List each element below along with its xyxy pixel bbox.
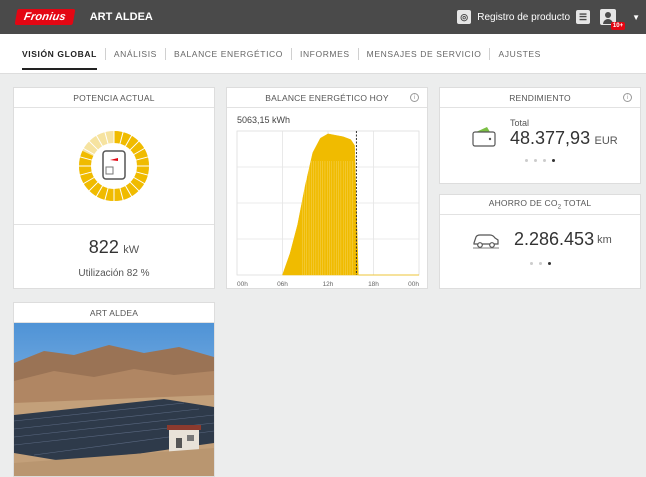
- co2-savings-card[interactable]: AHORRO DE CO2 TOTAL 2.286.453 km: [439, 194, 641, 289]
- x-tick-label: 06h: [277, 281, 288, 288]
- pager-dot-active[interactable]: [547, 262, 551, 265]
- pager-dot[interactable]: [538, 262, 542, 265]
- yield-row: Total 48.377,93 EUR: [440, 108, 640, 149]
- main-nav: VISIÓN GLOBAL ANÁLISIS BALANCE ENERGÉTIC…: [0, 34, 646, 74]
- yield-currency: EUR: [594, 135, 618, 147]
- x-tick-label: 18h: [368, 281, 379, 288]
- energy-total: 5063,15 kWh: [237, 115, 291, 125]
- co2-row: 2.286.453 km: [440, 215, 640, 250]
- headset-support-icon[interactable]: ◎: [457, 10, 472, 24]
- notification-badge: 10+: [610, 22, 626, 30]
- co2-pager[interactable]: [440, 262, 640, 265]
- yield-label: Total: [510, 118, 530, 128]
- registration-form-icon[interactable]: ☰: [576, 10, 591, 24]
- tab-ajustes[interactable]: AJUSTES: [489, 47, 548, 60]
- x-tick-label: 12h: [323, 281, 334, 288]
- product-registration-link[interactable]: Registro de producto: [477, 12, 570, 23]
- plant-image-card[interactable]: ART ALDEA: [13, 302, 215, 477]
- tab-informes[interactable]: INFORMES: [290, 47, 358, 60]
- solar-plant-photo: [14, 323, 214, 476]
- card-title: AHORRO DE CO2 TOTAL: [440, 195, 640, 215]
- production-area: [282, 133, 419, 276]
- tab-analisis[interactable]: ANÁLISIS: [104, 47, 165, 60]
- top-right-area: ◎ Registro de producto ☰ 10+ ▼: [457, 9, 640, 30]
- x-tick-label: 00h: [408, 281, 419, 288]
- card-title: POTENCIA ACTUAL: [14, 88, 214, 108]
- card-title-text: RENDIMIENTO: [509, 92, 571, 103]
- top-bar: Fronius ART ALDEA ◎ Registro de producto…: [0, 0, 646, 34]
- car-icon: [473, 233, 499, 248]
- x-tick-label: 00h: [237, 281, 248, 288]
- power-value: 822: [88, 237, 119, 257]
- fronius-logo[interactable]: Fronius: [14, 9, 76, 25]
- chevron-down-icon[interactable]: ▼: [632, 13, 640, 22]
- card-title: BALANCE ENERGÉTICO HOY i: [227, 88, 427, 108]
- wallet-icon: [472, 126, 496, 147]
- pager-dot[interactable]: [525, 159, 528, 162]
- co2-title: AHORRO DE CO2 TOTAL: [489, 198, 592, 211]
- tab-mensajes-servicio[interactable]: MENSAJES DE SERVICIO: [357, 47, 490, 60]
- system-name[interactable]: ART ALDEA: [90, 11, 153, 23]
- co2-title-suffix: TOTAL: [561, 198, 592, 209]
- tab-balance-energetico[interactable]: BALANCE ENERGÉTICO: [164, 47, 291, 60]
- yield-pager[interactable]: [440, 159, 640, 162]
- info-icon[interactable]: i: [623, 93, 632, 102]
- co2-unit: km: [597, 233, 612, 246]
- card-title-text: BALANCE ENERGÉTICO HOY: [265, 92, 389, 103]
- card-title: ART ALDEA: [14, 303, 214, 323]
- card-title: RENDIMIENTO i: [440, 88, 640, 108]
- power-gauge: [78, 130, 150, 202]
- pager-dot[interactable]: [543, 159, 546, 162]
- pager-dot[interactable]: [529, 262, 533, 265]
- energy-balance-chart[interactable]: 00h 06h 12h 18h 00h: [227, 125, 427, 293]
- info-icon[interactable]: i: [410, 93, 419, 102]
- utilization-text: Utilización 82 %: [78, 268, 150, 279]
- co2-title-prefix: AHORRO DE CO: [488, 198, 558, 209]
- power-value-row: 822 kW: [14, 237, 214, 258]
- co2-value: 2.286.453: [514, 229, 595, 249]
- power-unit: kW: [123, 244, 140, 256]
- tab-vision-global[interactable]: VISIÓN GLOBAL: [22, 48, 105, 70]
- user-avatar-icon[interactable]: 10+: [600, 9, 626, 30]
- inverter-icon: [102, 150, 126, 180]
- current-power-card[interactable]: POTENCIA ACTUAL 822 kW Utilización 82 %: [13, 87, 215, 289]
- yield-card[interactable]: RENDIMIENTO i Total 48.377,93 EUR: [439, 87, 641, 184]
- pager-dot-active[interactable]: [552, 159, 555, 162]
- energy-balance-card[interactable]: BALANCE ENERGÉTICO HOY i 5063,15 kWh 00h…: [226, 87, 428, 289]
- yield-value: 48.377,93: [510, 128, 591, 148]
- pager-dot[interactable]: [534, 159, 537, 162]
